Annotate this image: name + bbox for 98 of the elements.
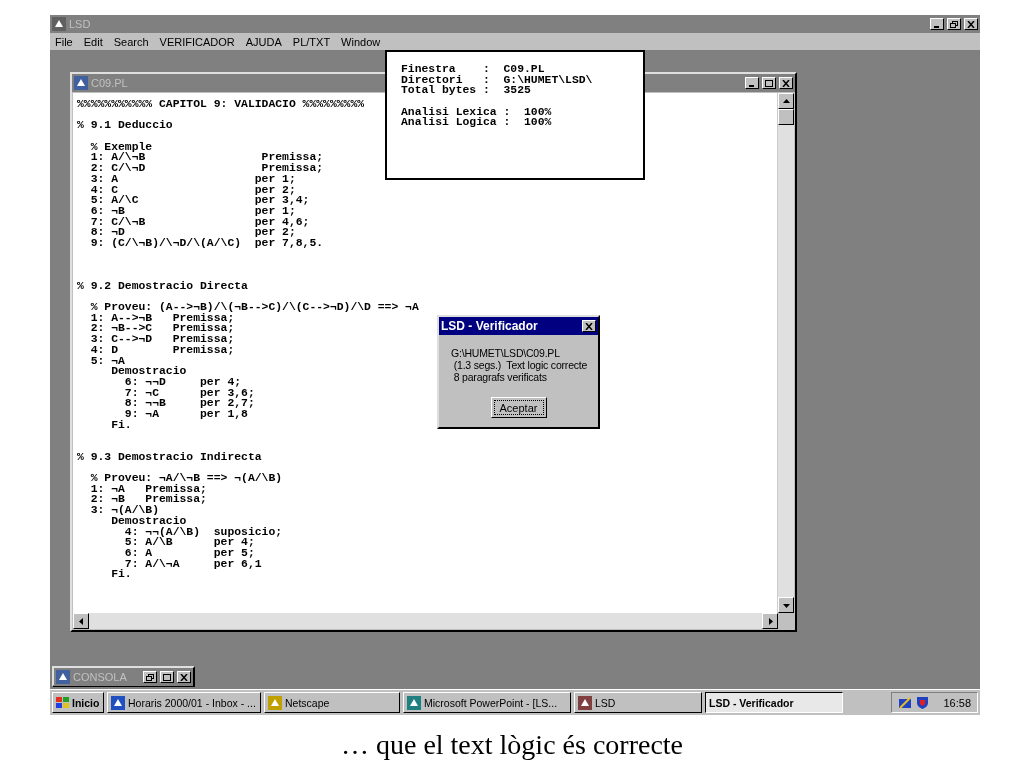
menu-item[interactable]: PL/TXT: [292, 35, 331, 48]
code-line: Demostracio: [110, 515, 187, 527]
shield-icon[interactable]: [916, 695, 930, 710]
maximize-button[interactable]: [160, 671, 174, 683]
code-line: 8: ¬D per 2;: [89, 227, 296, 238]
app-icon: [111, 695, 125, 710]
code-line: Directori : G:\HUMET\LSD\: [401, 74, 593, 86]
code-line: Finestra : C09.PL: [401, 64, 545, 75]
code-line: Fi.: [110, 569, 132, 580]
message-text: (1.3 segs.) Text logic correcte: [452, 359, 588, 371]
code-line: 7: A/\¬A per 6,1: [124, 558, 262, 570]
code-line: 7: ¬C per 3,6;: [123, 387, 255, 399]
taskbar-button[interactable]: LSD: [574, 692, 702, 713]
close-button[interactable]: [779, 77, 793, 89]
window-title: C09.PL: [91, 77, 128, 89]
code-line: 6: ¬¬D per 4;: [123, 376, 242, 388]
menu-item[interactable]: File: [55, 35, 73, 48]
code-line: %%%%%%%%%%% CAPITOL 9: VALIDACIO %%%%%%%%%: [77, 99, 365, 110]
close-icon: [180, 673, 188, 681]
taskbar-button[interactable]: LSD - Verificador: [705, 692, 843, 713]
accept-button[interactable]: Aceptar: [490, 397, 547, 418]
restore-icon: [950, 20, 958, 28]
close-icon: [967, 20, 975, 28]
restore-button[interactable]: [947, 18, 961, 30]
taskbar-button[interactable]: Microsoft PowerPoint - [LS...: [403, 692, 571, 713]
code-line: 1: A/\¬B Premissa;: [89, 152, 324, 164]
app-icon: [74, 76, 88, 90]
max-icon: [163, 673, 171, 681]
tray-icon[interactable]: [898, 695, 913, 710]
horizontal-scrollbar[interactable]: [73, 613, 778, 629]
close-icon: [585, 322, 593, 330]
code-line: 3: A per 1;: [89, 173, 296, 185]
minimize-button[interactable]: [745, 77, 759, 89]
code-line: 3: C-->¬D Premissa;: [89, 334, 235, 345]
close-button[interactable]: [582, 320, 596, 332]
code-line: 6: A per 5;: [123, 547, 255, 559]
menu-item[interactable]: Edit: [83, 35, 103, 48]
code-line: 5: ¬A: [89, 355, 125, 367]
code-line: 1: A-->¬B Premissa;: [89, 312, 235, 324]
window-title: LSD: [69, 18, 91, 30]
max-icon: [765, 79, 773, 87]
start-button[interactable]: Inicio: [52, 692, 104, 713]
code-line: Demostracio: [110, 366, 187, 377]
arrow-up-icon: [782, 97, 790, 105]
app-icon: [56, 670, 70, 684]
code-line: 4: C per 2;: [89, 184, 296, 196]
menu-item[interactable]: Search: [113, 35, 149, 48]
code-line: 3: ¬(A/\B): [89, 505, 160, 516]
code-line: 9: ¬A per 1,8: [123, 408, 248, 420]
close-button[interactable]: [964, 18, 978, 30]
close-button[interactable]: [177, 671, 191, 683]
app-icon: [52, 17, 66, 31]
menu-item[interactable]: AJUDA: [245, 35, 282, 48]
taskbar-button[interactable]: Netscape: [264, 692, 400, 713]
scroll-thumb[interactable]: [778, 109, 794, 125]
code-line: 2: ¬B-->C Premissa;: [89, 323, 235, 335]
restore-button[interactable]: [143, 671, 157, 683]
restore-icon: [146, 673, 154, 681]
code-line: 8: ¬¬B per 2,7;: [123, 398, 255, 409]
arrow-down-icon: [782, 601, 790, 609]
code-line: % Exemple: [89, 141, 153, 153]
code-line: 5: A/\B per 4;: [123, 537, 255, 548]
code-line: 1: ¬A Premissa;: [89, 483, 207, 495]
code-line: Analisi Lexica : 100%: [401, 106, 552, 118]
close-icon: [782, 79, 790, 87]
minimize-button[interactable]: [930, 18, 944, 30]
code-line: % 9.1 Deduccio: [77, 120, 173, 132]
code-line: 4: D Premissa;: [89, 344, 235, 356]
code-line: Analisi Logica : 100%: [401, 117, 552, 129]
code-line: % 9.3 Demostracio Indirecta: [77, 451, 262, 463]
vertical-scrollbar[interactable]: [778, 93, 794, 613]
taskbar-button[interactable]: Horaris 2000/01 - Inbox - ...: [107, 692, 261, 713]
windows-logo-icon: [56, 696, 69, 709]
app-icon: [578, 695, 592, 710]
slide-caption: … que el text lògic és correcte: [340, 729, 684, 761]
message-text: G:\HUMET\LSD\C09.PL: [451, 347, 560, 359]
code-line: % Proveu: ¬A/\¬B ==> ¬(A/\B): [89, 473, 283, 484]
clock: 16:58: [943, 696, 971, 709]
code-line: Total bytes : 3525: [401, 85, 531, 97]
code-line: 5: A/\C per 3,4;: [89, 195, 310, 206]
arrow-right-icon: [766, 617, 774, 625]
arrow-left-icon: [77, 617, 85, 625]
app-icon: [407, 695, 421, 710]
code-line: 7: C/\¬B per 4,6;: [89, 216, 310, 228]
code-line: 2: C/\¬D Premissa;: [89, 163, 324, 174]
code-line: 2: ¬B Premissa;: [89, 494, 207, 506]
code-line: 9: (C/\¬B)/\¬D/\(A/\C) per 7,8,5.: [89, 237, 324, 249]
code-line: 6: ¬B per 1;: [89, 205, 296, 217]
code-line: % Proveu: (A-->¬B)/\(¬B-->C)/\(C-->¬D)/\D ==> ¬A: [89, 302, 419, 313]
message-text: 8 paragrafs verificats: [452, 371, 547, 383]
menu-item[interactable]: Window: [341, 35, 381, 48]
dialog-title: LSD - Verificador: [441, 319, 538, 333]
menu-item[interactable]: VERIFICADOR: [159, 35, 235, 48]
app-icon: [268, 695, 282, 710]
code-line: % 9.2 Demostracio Directa: [77, 280, 248, 292]
maximize-button[interactable]: [762, 77, 776, 89]
code-line: Fi.: [110, 419, 132, 431]
code-line: 4: ¬¬(A/\B) suposicio;: [123, 526, 283, 538]
